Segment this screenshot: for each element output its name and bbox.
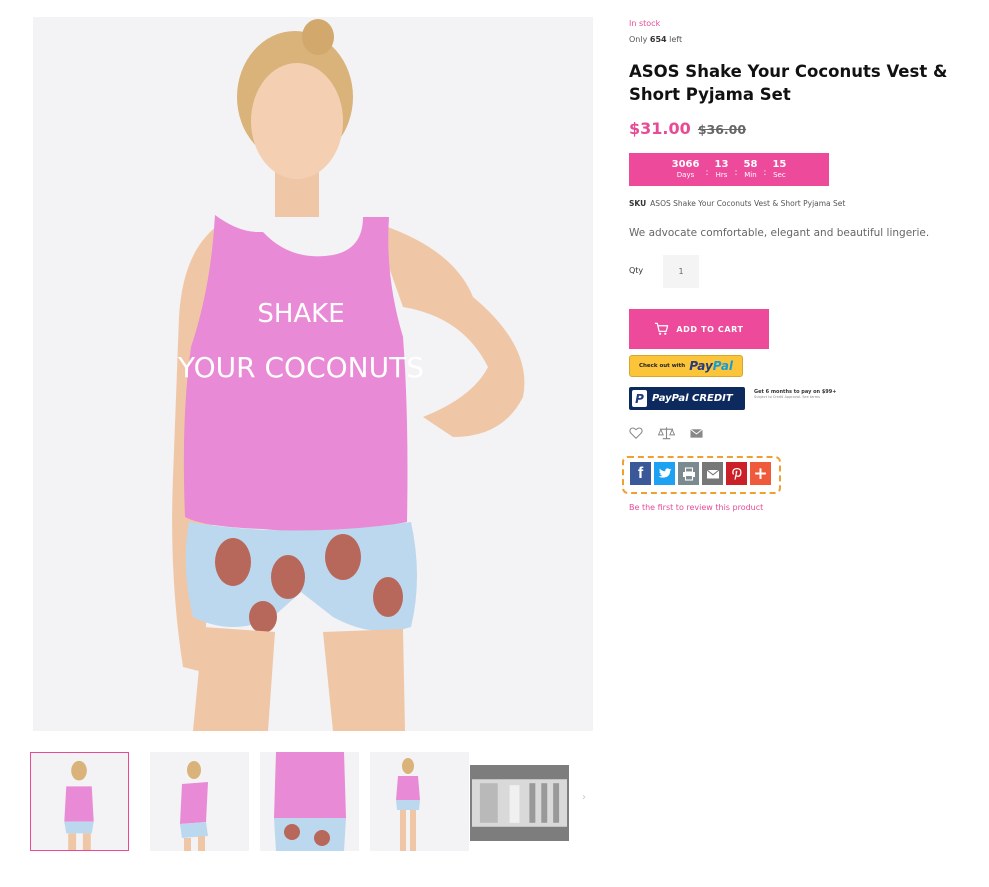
thumbnail-4[interactable]: [370, 752, 469, 851]
twitter-share-icon[interactable]: [654, 462, 675, 485]
email-share-icon[interactable]: [702, 462, 723, 485]
heart-icon[interactable]: [629, 426, 643, 440]
qty-input[interactable]: [663, 255, 699, 288]
product-main-image[interactable]: SHAKE YOUR COCONUTS: [33, 17, 593, 731]
cart-icon: [655, 322, 669, 335]
facebook-share-icon[interactable]: f: [630, 462, 651, 485]
paypal-credit-note[interactable]: Get 6 months to pay on $99+ Subject to C…: [754, 389, 836, 399]
countdown-days-value: 3066: [671, 158, 700, 170]
shirt-print-line1: SHAKE: [257, 299, 344, 329]
countdown-seconds-label: Sec: [773, 170, 786, 179]
add-to-cart-label: ADD TO CART: [676, 324, 744, 334]
add-to-cart-button[interactable]: ADD TO CART: [629, 309, 769, 349]
envelope-icon[interactable]: [690, 426, 703, 440]
price-row: $31.00 $36.00: [629, 119, 746, 138]
paypal-credit-note-line2: Subject to Credit Approval. See terms: [754, 395, 820, 399]
gallery-next-arrow[interactable]: ›: [582, 792, 586, 803]
stock-remaining-count: 654: [649, 35, 667, 44]
stock-remaining-suffix: left: [669, 35, 683, 44]
stock-remaining: Only 654 left: [629, 35, 682, 44]
countdown-timer: 3066 Days : 13 Hrs : 58 Min : 15 Sec: [629, 153, 829, 186]
thumbnail-5[interactable]: [470, 765, 569, 841]
qty-label: Qty: [629, 266, 644, 275]
countdown-hours-label: Hrs: [715, 170, 728, 179]
write-review-link[interactable]: Be the first to review this product: [629, 503, 763, 512]
print-share-icon[interactable]: [678, 462, 699, 485]
paypal-logo: PayPal: [689, 359, 733, 373]
countdown-seconds-value: 15: [772, 158, 787, 170]
short-description: We advocate comfortable, elegant and bea…: [629, 227, 930, 239]
paypal-logo-pay: Pay: [689, 359, 713, 373]
thumbnail-1[interactable]: [30, 752, 129, 851]
paypal-credit-label: PayPal CREDIT: [652, 393, 733, 404]
countdown-hours-value: 13: [714, 158, 729, 170]
paypal-credit-badge-icon: P: [632, 390, 647, 407]
sku-value: ASOS Shake Your Coconuts Vest & Short Py…: [650, 199, 846, 208]
countdown-minutes: 58 Min: [737, 158, 763, 180]
paypal-checkout-text: Check out with: [638, 363, 686, 369]
more-share-icon[interactable]: +: [750, 462, 771, 485]
pinterest-share-icon[interactable]: [726, 462, 747, 485]
product-title: ASOS Shake Your Coconuts Vest & Short Py…: [629, 62, 948, 104]
old-price: $36.00: [697, 122, 747, 137]
countdown-minutes-value: 58: [743, 158, 758, 170]
countdown-seconds: 15 Sec: [766, 158, 792, 180]
paypal-credit-button[interactable]: P PayPal CREDIT: [629, 387, 745, 410]
scale-icon[interactable]: [658, 426, 675, 440]
stock-status: In stock: [629, 19, 661, 28]
countdown-days: 3066 Days: [666, 158, 706, 180]
countdown-hours: 13 Hrs: [709, 158, 735, 180]
stock-remaining-prefix: Only: [629, 35, 648, 44]
paypal-checkout-button[interactable]: Check out with PayPal: [629, 355, 743, 377]
countdown-days-label: Days: [676, 170, 695, 179]
thumbnail-3[interactable]: [260, 752, 359, 851]
shirt-print-line2: YOUR COCONUTS: [177, 351, 424, 384]
thumbnail-2[interactable]: [150, 752, 249, 851]
sku-label: SKU: [629, 199, 647, 208]
countdown-minutes-label: Min: [744, 170, 757, 179]
special-price: $31.00: [629, 119, 691, 138]
paypal-logo-pal: Pal: [712, 359, 734, 373]
sku-line: SKU ASOS Shake Your Coconuts Vest & Short…: [629, 199, 845, 208]
